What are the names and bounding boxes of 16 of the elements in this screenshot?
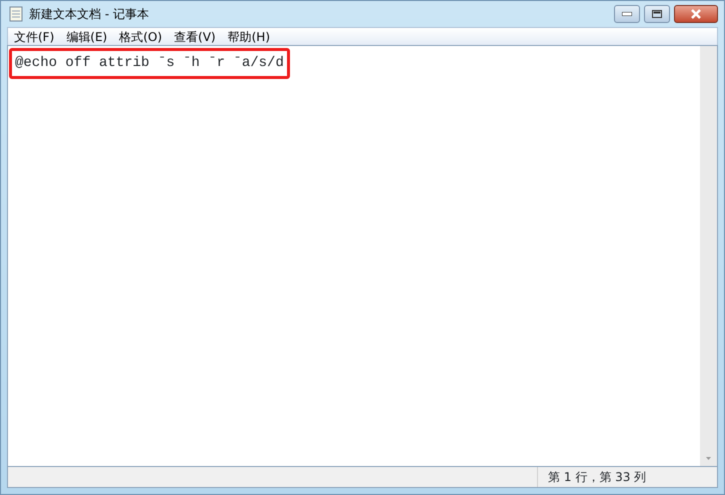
cursor-position: 第 1 行，第 33 列 [537,467,717,487]
minimize-icon [622,12,632,16]
menu-item[interactable]: 帮助(H) [222,28,276,44]
window-title: 新建文本文档 - 记事本 [29,6,149,23]
menu-item[interactable]: 查看(V) [168,28,222,44]
close-icon [690,9,702,19]
minimize-button[interactable] [614,5,640,23]
maximize-button[interactable] [644,5,670,23]
menu-item[interactable]: 格式(O) [113,28,168,44]
menu-item[interactable]: 编辑(E) [60,28,114,44]
scroll-down-icon [706,457,711,460]
maximize-icon [652,10,662,18]
scrollbar[interactable] [700,46,717,466]
notepad-icon [9,6,23,22]
close-button[interactable] [674,5,718,23]
menu-item[interactable]: 文件(F) [8,28,60,44]
